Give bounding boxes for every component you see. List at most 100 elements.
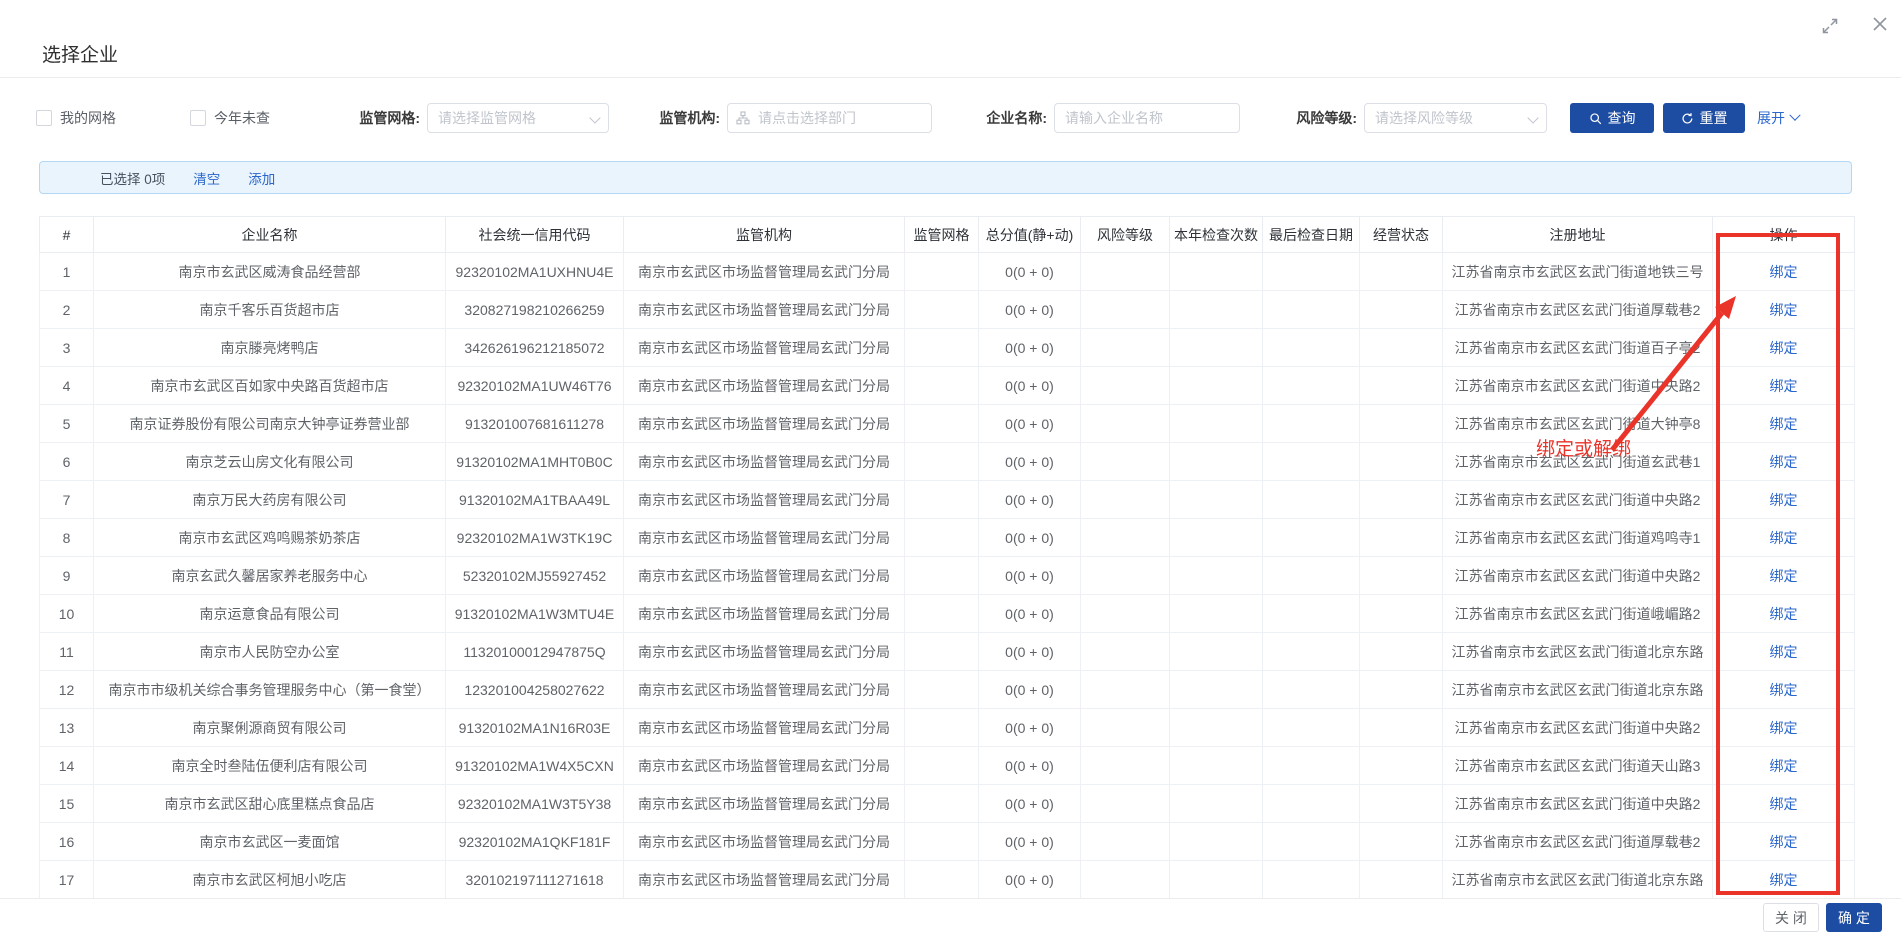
close-button[interactable]: 关 闭 bbox=[1763, 903, 1819, 932]
bind-link[interactable]: 绑定 bbox=[1770, 796, 1798, 812]
cell-status bbox=[1360, 405, 1443, 443]
cell-index: 8 bbox=[40, 519, 94, 557]
cell-address: 江苏省南京市玄武区玄武门街道百子亭2 bbox=[1443, 329, 1713, 367]
selection-bar: 已选择 0项 清空 添加 bbox=[39, 161, 1852, 194]
cell-status bbox=[1360, 519, 1443, 557]
confirm-button[interactable]: 确 定 bbox=[1826, 903, 1882, 932]
cell-last_date bbox=[1263, 367, 1360, 405]
bind-link[interactable]: 绑定 bbox=[1770, 302, 1798, 318]
grid-select bbox=[427, 103, 609, 133]
cell-grid bbox=[905, 595, 979, 633]
bind-link[interactable]: 绑定 bbox=[1770, 834, 1798, 850]
bind-link[interactable]: 绑定 bbox=[1770, 378, 1798, 394]
not-inspected-checkbox-label: 今年未查 bbox=[214, 108, 270, 128]
cell-grid bbox=[905, 671, 979, 709]
bind-link[interactable]: 绑定 bbox=[1770, 454, 1798, 470]
enterprise-name-input[interactable] bbox=[1054, 103, 1240, 133]
cell-index: 13 bbox=[40, 709, 94, 747]
not-inspected-checkbox[interactable] bbox=[190, 110, 206, 126]
cell-action: 绑定 bbox=[1713, 823, 1855, 861]
bind-link[interactable]: 绑定 bbox=[1770, 872, 1798, 888]
cell-score: 0(0 + 0) bbox=[979, 291, 1081, 329]
cell-address: 江苏省南京市玄武区玄武门街道大钟亭8 bbox=[1443, 405, 1713, 443]
cell-action: 绑定 bbox=[1713, 785, 1855, 823]
cell-index: 2 bbox=[40, 291, 94, 329]
cell-score: 0(0 + 0) bbox=[979, 367, 1081, 405]
bind-link[interactable]: 绑定 bbox=[1770, 606, 1798, 622]
cell-index: 9 bbox=[40, 557, 94, 595]
cell-risk bbox=[1081, 671, 1170, 709]
cell-name: 南京全时叁陆伍便利店有限公司 bbox=[94, 747, 446, 785]
cell-name: 南京市玄武区甜心底里糕点食品店 bbox=[94, 785, 446, 823]
cell-address: 江苏省南京市玄武区玄武门街道中央路2 bbox=[1443, 481, 1713, 519]
cell-inspections bbox=[1170, 671, 1263, 709]
cell-score: 0(0 + 0) bbox=[979, 785, 1081, 823]
bind-link[interactable]: 绑定 bbox=[1770, 644, 1798, 660]
cell-code: 320102197111271618 bbox=[446, 861, 624, 899]
cell-status bbox=[1360, 709, 1443, 747]
cell-last_date bbox=[1263, 481, 1360, 519]
bind-link[interactable]: 绑定 bbox=[1770, 264, 1798, 280]
cell-address: 江苏省南京市玄武区玄武门街道北京东路 bbox=[1443, 671, 1713, 709]
clear-selection-link[interactable]: 清空 bbox=[193, 168, 220, 188]
bind-link[interactable]: 绑定 bbox=[1770, 530, 1798, 546]
my-grid-checkbox[interactable] bbox=[36, 110, 52, 126]
cell-address: 江苏省南京市玄武区玄武门街道中央路2 bbox=[1443, 709, 1713, 747]
cell-name: 南京芝云山房文化有限公司 bbox=[94, 443, 446, 481]
cell-index: 3 bbox=[40, 329, 94, 367]
cell-agency: 南京市玄武区市场监督管理局玄武门分局 bbox=[624, 747, 905, 785]
cell-risk bbox=[1081, 785, 1170, 823]
close-icon[interactable] bbox=[1868, 12, 1892, 36]
cell-index: 17 bbox=[40, 861, 94, 899]
column-header: 经营状态 bbox=[1360, 217, 1443, 253]
cell-index: 15 bbox=[40, 785, 94, 823]
cell-status bbox=[1360, 329, 1443, 367]
bind-link[interactable]: 绑定 bbox=[1770, 568, 1798, 584]
cell-name: 南京万民大药房有限公司 bbox=[94, 481, 446, 519]
cell-grid bbox=[905, 785, 979, 823]
search-button-label: 查询 bbox=[1608, 108, 1636, 128]
cell-address: 江苏省南京市玄武区玄武门街道峨嵋路2 bbox=[1443, 595, 1713, 633]
bind-link[interactable]: 绑定 bbox=[1770, 758, 1798, 774]
expand-toggle[interactable]: 展开 bbox=[1757, 103, 1799, 133]
cell-score: 0(0 + 0) bbox=[979, 861, 1081, 899]
cell-risk bbox=[1081, 481, 1170, 519]
cell-inspections bbox=[1170, 253, 1263, 291]
cell-code: 92320102MA1QKF181F bbox=[446, 823, 624, 861]
bind-link[interactable]: 绑定 bbox=[1770, 720, 1798, 736]
cell-grid bbox=[905, 557, 979, 595]
cell-action: 绑定 bbox=[1713, 709, 1855, 747]
bind-link[interactable]: 绑定 bbox=[1770, 682, 1798, 698]
cell-status bbox=[1360, 671, 1443, 709]
cell-index: 5 bbox=[40, 405, 94, 443]
table-row: 13南京聚俐源商贸有限公司91320102MA1N16R03E南京市玄武区市场监… bbox=[40, 709, 1855, 747]
table-row: 5南京证券股份有限公司南京大钟亭证券营业部913201007681611278南… bbox=[40, 405, 1855, 443]
cell-grid bbox=[905, 443, 979, 481]
table-row: 11南京市人民防空办公室11320100012947875Q南京市玄武区市场监督… bbox=[40, 633, 1855, 671]
cell-status bbox=[1360, 481, 1443, 519]
column-header: 总分值(静+动) bbox=[979, 217, 1081, 253]
cell-inspections bbox=[1170, 747, 1263, 785]
cell-agency: 南京市玄武区市场监督管理局玄武门分局 bbox=[624, 367, 905, 405]
cell-name: 南京玄武久馨居家养老服务中心 bbox=[94, 557, 446, 595]
cell-status bbox=[1360, 823, 1443, 861]
cell-code: 123201004258027622 bbox=[446, 671, 624, 709]
cell-action: 绑定 bbox=[1713, 747, 1855, 785]
bind-link[interactable]: 绑定 bbox=[1770, 492, 1798, 508]
bind-link[interactable]: 绑定 bbox=[1770, 416, 1798, 432]
cell-score: 0(0 + 0) bbox=[979, 671, 1081, 709]
fullscreen-icon[interactable] bbox=[1820, 16, 1840, 36]
table-row: 2南京千客乐百货超市店320827198210266259南京市玄武区市场监督管… bbox=[40, 291, 1855, 329]
add-selection-link[interactable]: 添加 bbox=[248, 168, 275, 188]
cell-risk bbox=[1081, 367, 1170, 405]
enterprise-name-wrap bbox=[1054, 103, 1240, 133]
grid-select-input[interactable] bbox=[427, 103, 609, 133]
reset-button[interactable]: 重置 bbox=[1663, 103, 1745, 133]
bind-link[interactable]: 绑定 bbox=[1770, 340, 1798, 356]
search-button[interactable]: 查询 bbox=[1570, 103, 1654, 133]
risk-level-select-input[interactable] bbox=[1364, 103, 1547, 133]
grid-select-label: 监管网格: bbox=[340, 103, 420, 133]
cell-score: 0(0 + 0) bbox=[979, 405, 1081, 443]
cell-name: 南京市玄武区柯旭小吃店 bbox=[94, 861, 446, 899]
agency-input[interactable] bbox=[727, 103, 932, 133]
